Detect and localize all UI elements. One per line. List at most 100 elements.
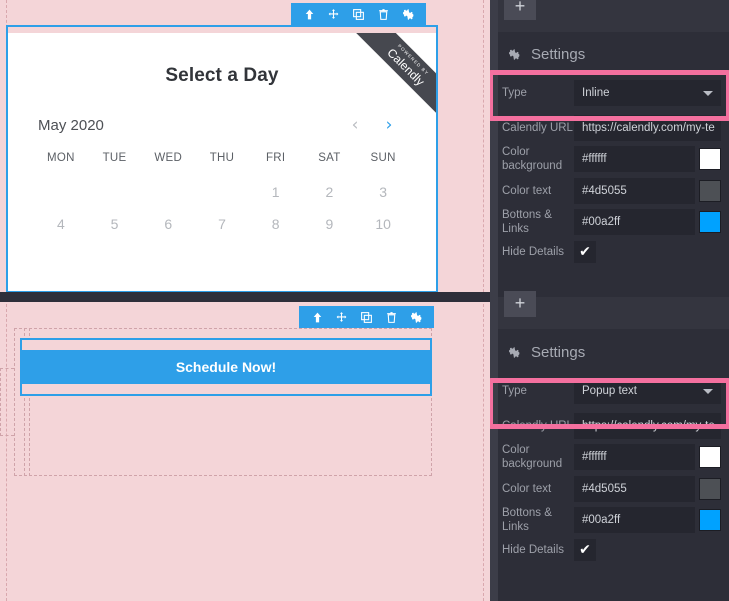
calendly-inline-widget[interactable]: POWERED BY Calendly Select a Day May 202… [6,3,438,293]
calendar-day[interactable]: 10 [356,200,410,232]
calendly-url-input[interactable]: https://calendly.com/my-te [574,413,721,439]
calendar-weekday: SAT [318,152,341,164]
color-text-input[interactable]: #4d5055 [574,475,695,502]
hide-details-checkbox[interactable]: ✔ [574,539,596,561]
calendar-day[interactable]: 3 [356,168,410,200]
settings-heading: Settings [490,330,729,371]
setting-row-hide-details: Hide Details ✔ [490,537,729,564]
add-element-button[interactable]: + [504,0,536,20]
calendly-url-label: Calendly URL [502,419,573,432]
color-text-swatch[interactable] [699,179,721,202]
buttons-links-label: Bottons & Links [502,208,552,236]
calendar-day[interactable]: 7 [195,200,249,232]
add-element-bar-1: + [498,0,729,32]
setting-row-url: Calendly URL https://calendly.com/my-te [490,411,729,441]
canvas-section-divider [0,292,490,302]
gear-icon [508,48,521,61]
chevron-down-icon[interactable] [703,91,713,96]
calendar-weekday: SUN [370,152,396,164]
calendar-weekday: TUE [102,152,127,164]
setting-row-color-background: Color background #ffffff [490,143,729,176]
trash-icon[interactable] [381,306,401,328]
duplicate-icon[interactable] [349,3,369,25]
move-up-icon[interactable] [307,306,327,328]
move-up-icon[interactable] [299,3,319,25]
color-background-swatch[interactable] [699,148,721,171]
schedule-now-button[interactable]: Schedule Now! [22,350,430,384]
settings-section-popup: Settings Type Popup text Calendly URL ht… [490,330,729,564]
color-text-swatch[interactable] [699,477,721,500]
buttons-links-input[interactable]: #00a2ff [574,209,695,236]
settings-rows: Type Inline Calendly URL https://calendl… [490,73,729,266]
color-text-label: Color text [502,482,552,495]
type-label: Type [502,384,527,397]
type-select[interactable]: Inline [574,80,721,106]
buttons-links-swatch[interactable] [699,211,721,234]
widget-toolbar-button[interactable] [299,306,434,328]
calendly-url-label: Calendly URL [502,121,573,134]
calendar-day[interactable]: 9 [303,200,357,232]
settings-rows: Type Popup text Calendly URL https://cal… [490,371,729,564]
setting-row-color-background: Color background #ffffff [490,441,729,474]
add-element-bar-2: + [498,291,729,329]
drag-move-icon[interactable] [324,3,344,25]
settings-section-inline: Settings Type Inline Calendly URL https:… [490,32,729,266]
layout-guide-left [0,368,14,436]
type-select-value: Popup text [582,385,637,397]
calendar-prev-month-button[interactable]: ‹ [338,117,372,134]
calendar-next-month-button[interactable]: › [372,117,406,134]
calendar-day[interactable]: 6 [141,200,195,232]
app-root: POWERED BY Calendly Select a Day May 202… [0,0,729,601]
calendar-weekday: WED [154,152,183,164]
setting-row-type: Type Inline [490,73,729,113]
trash-icon[interactable] [373,3,393,25]
hide-details-label: Hide Details [502,543,564,556]
calendar-day-empty [88,168,142,200]
gear-icon[interactable] [398,3,418,25]
color-background-label: Color background [502,444,563,471]
calendar-day[interactable]: 5 [88,200,142,232]
calendar-day[interactable]: 4 [34,200,88,232]
color-text-input[interactable]: #4d5055 [574,177,695,204]
page-editor-canvas: POWERED BY Calendly Select a Day May 202… [0,0,490,601]
gear-icon[interactable] [406,306,426,328]
calendar-day[interactable]: 2 [303,168,357,200]
type-select-value: Inline [582,87,610,99]
type-label: Type [502,86,527,99]
buttons-links-label: Bottons & Links [502,506,552,534]
color-background-swatch[interactable] [699,446,721,469]
buttons-links-input[interactable]: #00a2ff [574,507,695,534]
setting-row-type: Type Popup text [490,371,729,411]
hide-details-checkbox[interactable]: ✔ [574,241,596,263]
calendar-weekday: THU [209,152,235,164]
calendar-day[interactable]: 8 [249,200,303,232]
calendar-weekday: FRI [265,152,286,164]
color-background-input[interactable]: #ffffff [574,146,695,173]
calendly-card: POWERED BY Calendly Select a Day May 202… [8,33,436,291]
chevron-down-icon[interactable] [703,389,713,394]
calendar-day[interactable]: 1 [249,168,303,200]
color-text-label: Color text [502,184,552,197]
type-select[interactable]: Popup text [574,378,721,404]
color-background-label: Color background [502,146,563,173]
setting-row-color-text: Color text #4d5055 [490,474,729,504]
widget-toolbar-calendar[interactable] [291,3,426,25]
setting-row-buttons-links: Bottons & Links #00a2ff [490,504,729,537]
calendly-url-input[interactable]: https://calendly.com/my-te [574,115,721,141]
setting-row-buttons-links: Bottons & Links #00a2ff [490,206,729,239]
calendar-grid[interactable]: MON TUE WED THU FRI SAT SUN 1 2 3 4 5 6 7 8 9 10 [34,152,410,232]
settings-heading-label: Settings [531,46,586,63]
calendar-widget-frame: POWERED BY Calendly Select a Day May 202… [6,25,438,293]
color-background-input[interactable]: #ffffff [574,444,695,471]
setting-row-color-text: Color text #4d5055 [490,176,729,206]
add-element-button[interactable]: + [504,291,536,317]
hide-details-label: Hide Details [502,245,564,258]
calendar-day-empty [141,168,195,200]
gear-icon [508,346,521,359]
settings-heading-label: Settings [531,344,586,361]
buttons-links-swatch[interactable] [699,509,721,532]
button-widget-frame: Schedule Now! [20,338,432,396]
drag-move-icon[interactable] [332,306,352,328]
settings-panel: + Settings Type Inline Calendly URL http… [490,0,729,601]
duplicate-icon[interactable] [357,306,377,328]
